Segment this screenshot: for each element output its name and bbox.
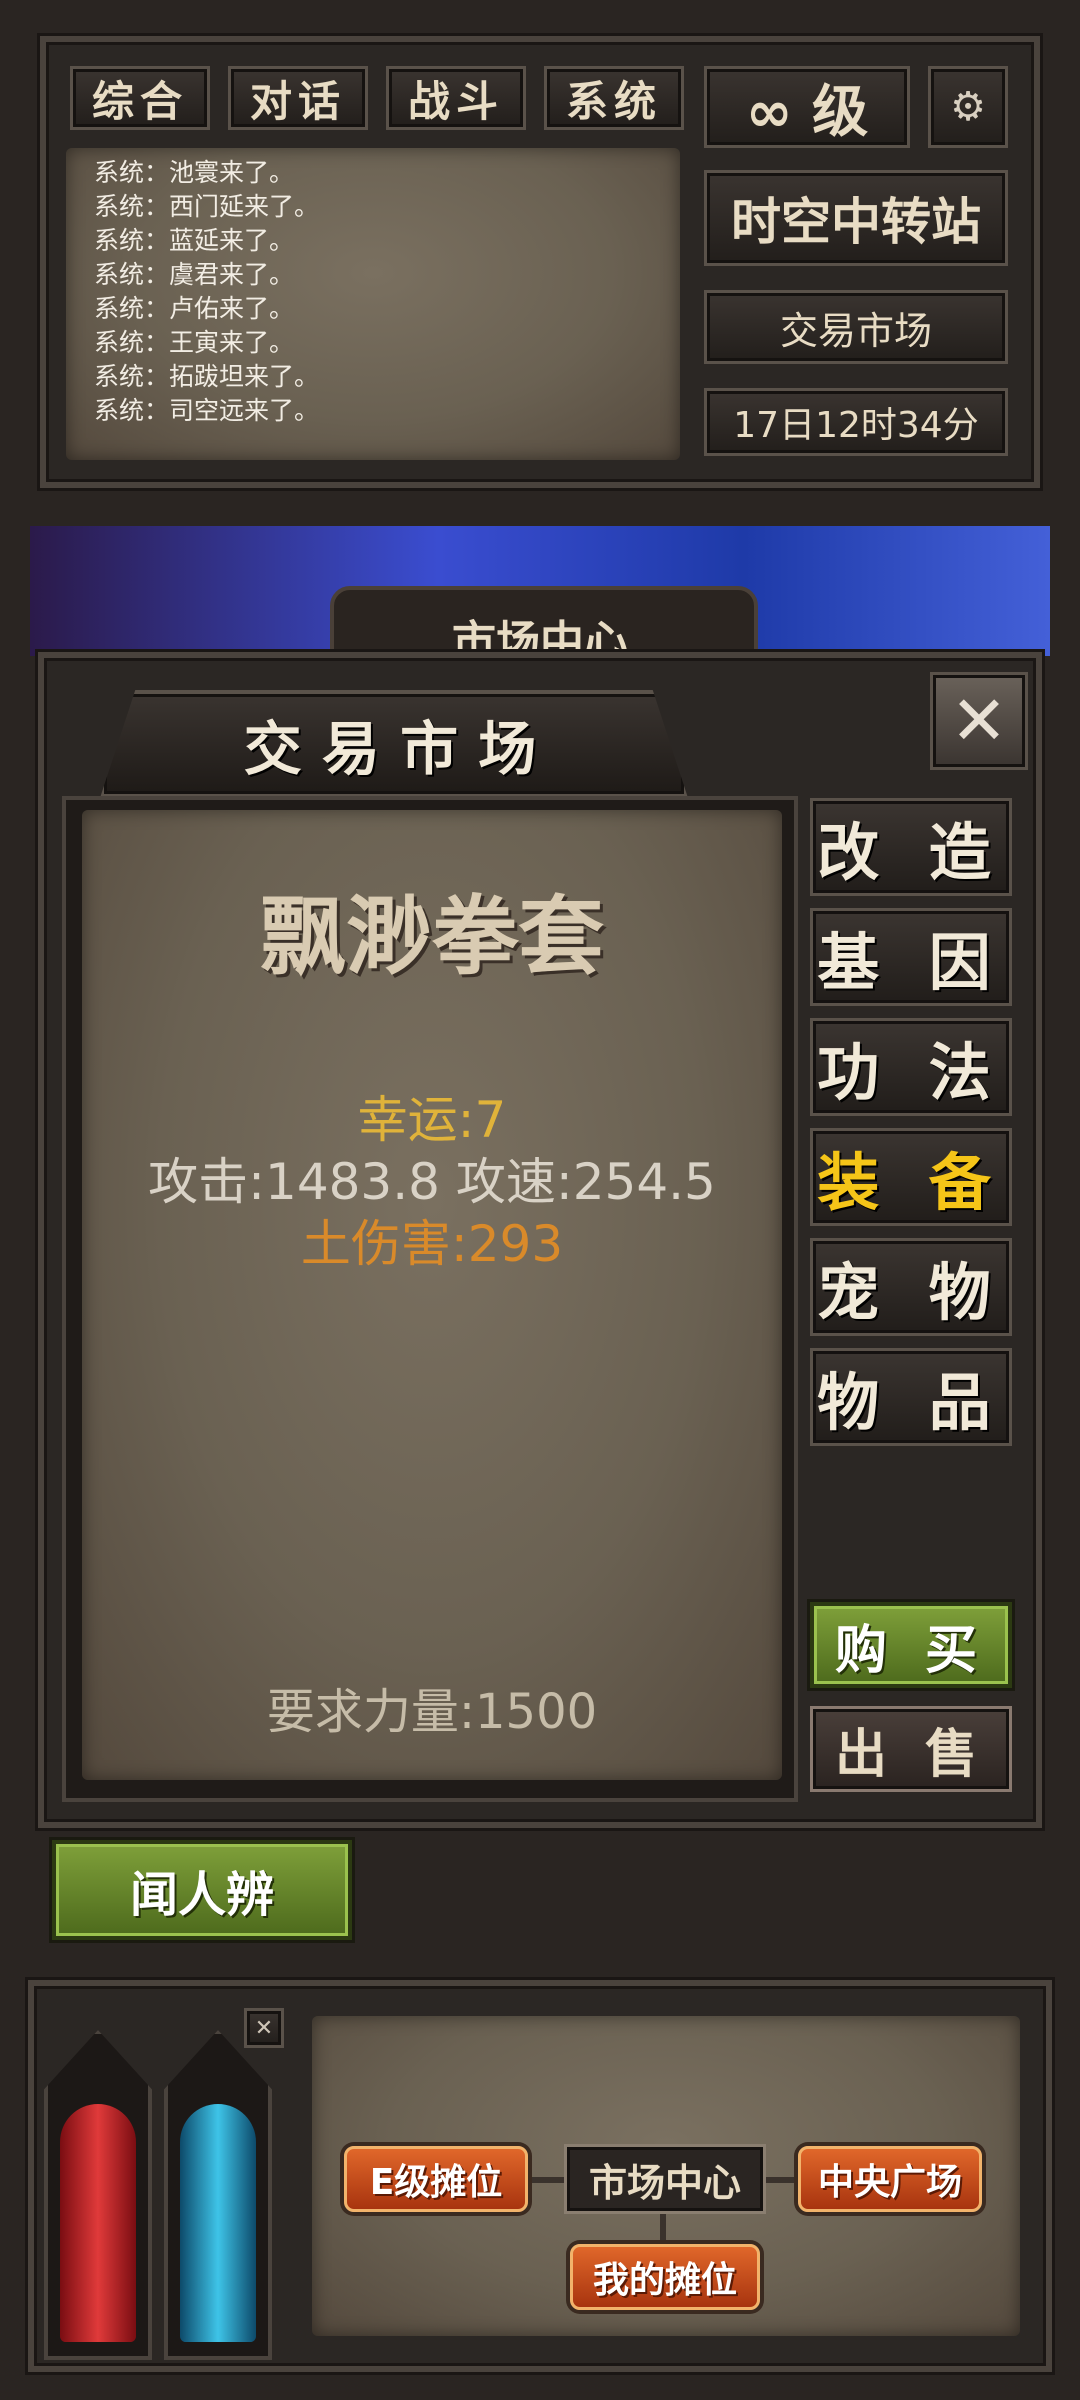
chat-line: 系统：司空远来了。: [94, 396, 320, 425]
chat-line: 系统：卢佑来了。: [94, 294, 295, 323]
banner-label: 市场中心: [452, 617, 628, 656]
settings-button[interactable]: ⚙: [928, 66, 1008, 148]
chat-line: 系统：拓跋坦来了。: [94, 362, 320, 391]
category-skill[interactable]: 功 法: [810, 1018, 1012, 1116]
level-display: ∞ 级: [704, 66, 910, 148]
category-equipment[interactable]: 装 备: [810, 1128, 1012, 1226]
tab-dialogue[interactable]: 对话: [228, 66, 368, 130]
map-node-my-stall[interactable]: 我的摊位: [570, 2244, 760, 2310]
category-gene[interactable]: 基 因: [810, 908, 1012, 1006]
close-button[interactable]: ✕: [930, 672, 1028, 770]
category-pet[interactable]: 宠 物: [810, 1238, 1012, 1336]
map-close-button[interactable]: ✕: [244, 2008, 284, 2048]
hp-gauge: [44, 2030, 152, 2360]
category-modify[interactable]: 改 造: [810, 798, 1012, 896]
mp-fill: [180, 2104, 256, 2342]
map-node-e-stall[interactable]: E级摊位: [344, 2146, 528, 2212]
tab-battle[interactable]: 战斗: [386, 66, 526, 130]
background-scene: 市场中心: [30, 526, 1050, 656]
buy-button[interactable]: 购 买: [810, 1602, 1012, 1688]
close-icon: ✕: [254, 2015, 274, 2041]
zone-name: 交易市场: [704, 290, 1008, 364]
sell-button[interactable]: 出 售: [810, 1706, 1012, 1792]
location-title: 时空中转站: [704, 170, 1008, 266]
item-element-damage: 土伤害:293: [300, 1215, 564, 1273]
chat-line: 系统：池寰来了。: [94, 158, 295, 187]
chat-line: 系统：虞君来了。: [94, 260, 295, 289]
chat-line: 系统：蓝延来了。: [94, 226, 295, 255]
tab-all[interactable]: 综合: [70, 66, 210, 130]
hp-fill: [60, 2104, 136, 2342]
market-title: 交 易 市 场: [243, 715, 537, 783]
chat-line: 系统：王寅来了。: [94, 328, 295, 357]
close-icon: ✕: [950, 681, 1008, 761]
map-node-central-plaza[interactable]: 中央广场: [798, 2146, 982, 2212]
map-node-market-center[interactable]: 市场中心: [564, 2144, 766, 2214]
chat-log[interactable]: 系统：池寰来了。 系统：西门延来了。 系统：蓝延来了。 系统：虞君来了。 系统：…: [66, 148, 680, 460]
mp-gauge: [164, 2030, 272, 2360]
item-name: 飘渺拳套: [260, 887, 604, 987]
tab-system[interactable]: 系统: [544, 66, 684, 130]
chat-line: 系统：西门延来了。: [94, 192, 320, 221]
category-items[interactable]: 物 品: [810, 1348, 1012, 1446]
game-time: 17日12时34分: [704, 388, 1008, 456]
npc-button[interactable]: 闻人辨: [52, 1840, 352, 1940]
item-requirement: 要求力量:1500: [266, 1684, 598, 1740]
gear-icon: ⚙: [950, 84, 986, 130]
